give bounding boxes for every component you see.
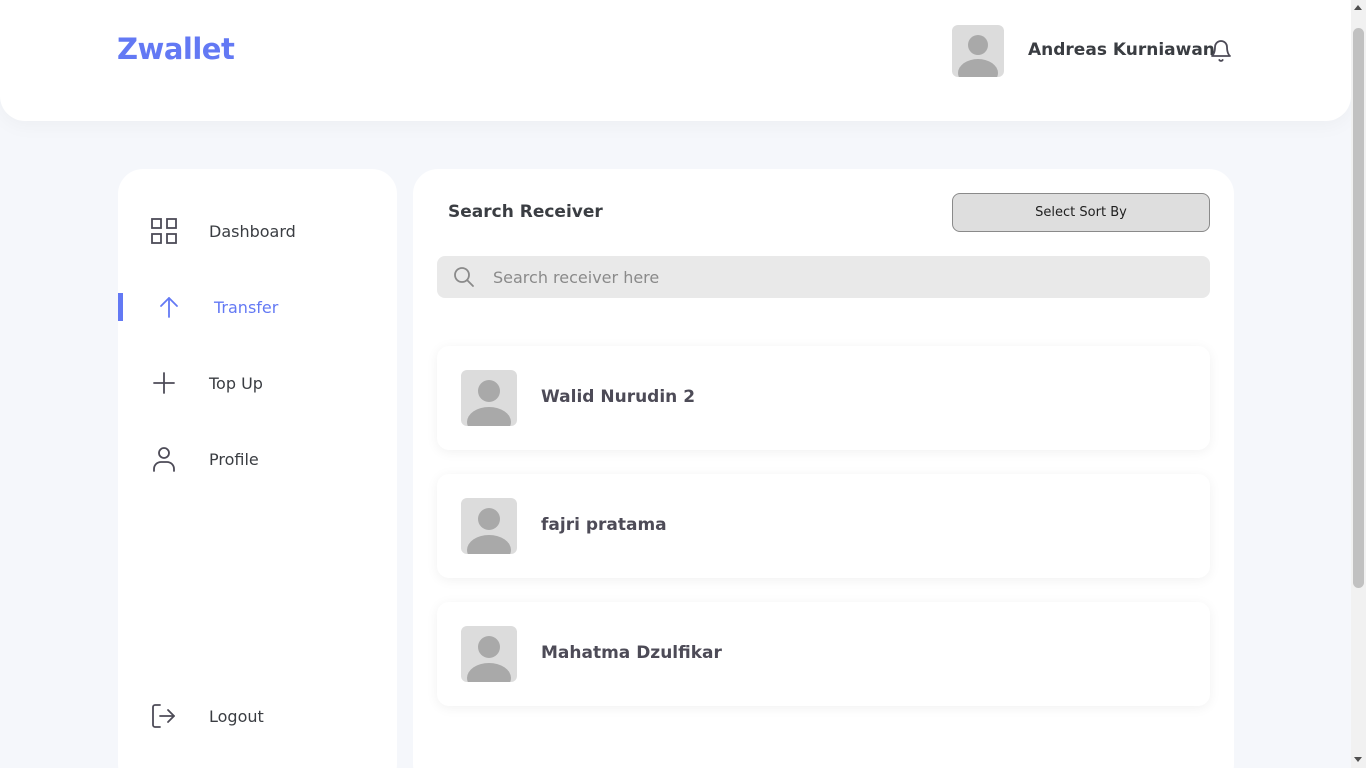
app-logo[interactable]: Zwallet [117, 32, 235, 66]
scroll-down-arrow-icon[interactable] [1354, 757, 1362, 762]
page-title: Search Receiver [448, 202, 603, 222]
receiver-card[interactable]: fajri pratama [437, 474, 1210, 578]
sidebar-item-label: Transfer [214, 297, 279, 317]
scroll-up-arrow-icon[interactable] [1354, 5, 1362, 10]
sidebar: Dashboard Transfer Top Up Profile Logout [118, 169, 397, 768]
receiver-avatar [461, 370, 517, 426]
search-receiver-panel: Search Receiver Select Sort By Walid Nur… [413, 169, 1234, 768]
search-input[interactable] [493, 256, 1193, 298]
sidebar-item-profile[interactable]: Profile [118, 439, 397, 479]
receiver-name: fajri pratama [541, 515, 667, 535]
receiver-name: Mahatma Dzulfikar [541, 643, 722, 663]
active-indicator [118, 293, 123, 321]
user-name[interactable]: Andreas Kurniawan [1028, 40, 1215, 60]
search-icon [453, 266, 475, 288]
user-avatar[interactable] [952, 25, 1004, 77]
sidebar-item-dashboard[interactable]: Dashboard [118, 211, 397, 251]
page-scrollbar[interactable] [1351, 0, 1366, 768]
sidebar-item-label: Top Up [209, 373, 263, 393]
grid-icon [150, 217, 178, 245]
sidebar-item-transfer[interactable]: Transfer [118, 287, 397, 327]
sidebar-item-top-up[interactable]: Top Up [118, 363, 397, 403]
receiver-card[interactable]: Walid Nurudin 2 [437, 346, 1210, 450]
sidebar-item-label: Profile [209, 449, 259, 469]
sort-select-button[interactable]: Select Sort By [952, 193, 1210, 232]
sidebar-item-label: Dashboard [209, 221, 296, 241]
search-box[interactable] [437, 256, 1210, 298]
top-header: Zwallet Andreas Kurniawan [0, 0, 1351, 121]
receiver-card[interactable]: Mahatma Dzulfikar [437, 602, 1210, 706]
plus-icon [150, 369, 178, 397]
arrow-up-icon [155, 293, 183, 321]
bell-icon[interactable] [1209, 38, 1233, 64]
logout-label: Logout [209, 706, 264, 726]
user-icon [150, 445, 178, 473]
receiver-name: Walid Nurudin 2 [541, 387, 696, 407]
scrollbar-thumb[interactable] [1353, 28, 1364, 588]
logout-button[interactable]: Logout [118, 696, 397, 736]
logout-icon [150, 702, 178, 730]
receiver-avatar [461, 498, 517, 554]
receiver-avatar [461, 626, 517, 682]
